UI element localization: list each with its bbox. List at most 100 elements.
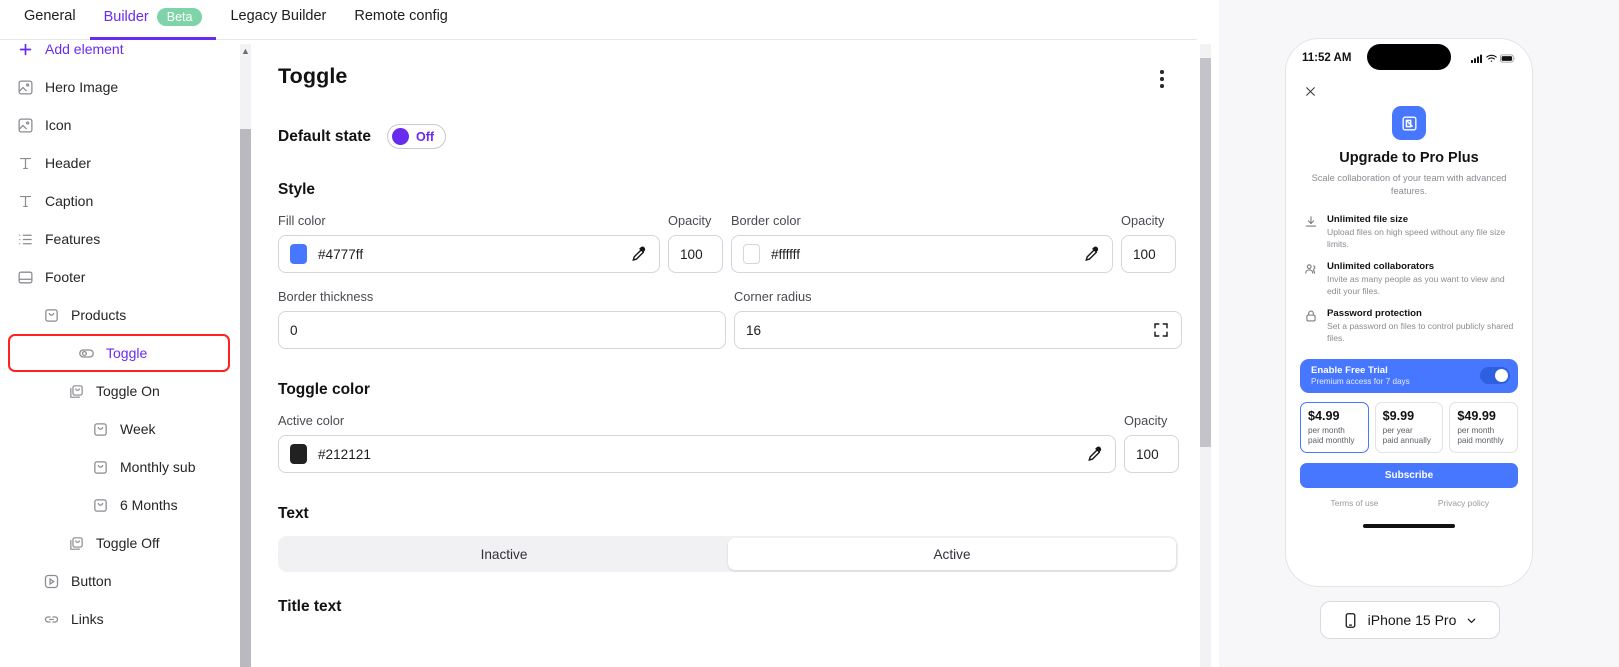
- plan-card[interactable]: $9.99 per year paid annually: [1374, 401, 1444, 453]
- page-title: Toggle: [278, 64, 348, 88]
- active-opacity-input[interactable]: 100: [1124, 435, 1179, 473]
- trial-desc: Premium access for 7 days: [1311, 377, 1410, 387]
- container-icon: [92, 459, 109, 476]
- fill-opacity-input[interactable]: 100: [668, 235, 723, 273]
- properties-scrollbar-thumb[interactable]: [1200, 58, 1211, 447]
- kebab-menu-icon[interactable]: [1150, 66, 1174, 92]
- corner-radius-value: 16: [746, 322, 762, 338]
- sidebar-item-label: Features: [45, 231, 101, 247]
- fill-color-value: #4777ff: [318, 246, 364, 262]
- plan-card[interactable]: $49.99 per month paid monthly: [1449, 401, 1519, 453]
- corner-radius-input[interactable]: 16: [734, 311, 1182, 349]
- stack-icon: [68, 383, 85, 400]
- plan-price: $9.99: [1382, 408, 1415, 423]
- sidebar-item-toggle-on[interactable]: Toggle On: [0, 372, 240, 410]
- device-preview-pane: 11:52 AM Upgrade to Pro Plus Scale colla…: [1219, 0, 1619, 667]
- sidebar-item-features[interactable]: Features: [0, 220, 240, 258]
- sidebar-item-6-months[interactable]: 6 Months: [0, 486, 240, 524]
- subscribe-button[interactable]: Subscribe: [1300, 462, 1518, 488]
- feature-item: Unlimited file size Upload files on high…: [1304, 214, 1514, 251]
- privacy-policy-link[interactable]: Privacy policy: [1409, 498, 1518, 508]
- phone-icon: [1342, 612, 1359, 629]
- sidebar-item-links[interactable]: Links: [0, 600, 240, 638]
- sidebar-item-add-element[interactable]: Add element: [0, 44, 240, 68]
- feature-title: Unlimited file size: [1327, 213, 1409, 225]
- plan-period: per month: [1457, 425, 1495, 435]
- fill-color-swatch[interactable]: [290, 244, 307, 264]
- sidebar-item-caption[interactable]: Caption: [0, 182, 240, 220]
- active-color-swatch[interactable]: [290, 444, 307, 464]
- fill-color-input[interactable]: #4777ff: [278, 235, 660, 273]
- border-color-group: Border color #ffffff: [731, 213, 1113, 273]
- image-icon: [17, 117, 34, 134]
- top-tab-bar: General Builder Beta Legacy Builder Remo…: [0, 0, 1197, 40]
- sidebar-item-hero-image[interactable]: Hero Image: [0, 68, 240, 106]
- border-opacity-label: Opacity: [1121, 213, 1165, 228]
- eyedropper-icon[interactable]: [1086, 445, 1104, 463]
- sidebar-item-button[interactable]: Button: [0, 562, 240, 600]
- sidebar-scrollbar[interactable]: ▲: [240, 44, 251, 667]
- people-icon: [1304, 262, 1318, 276]
- sidebar-item-footer[interactable]: Footer: [0, 258, 240, 296]
- scroll-up-arrow-icon[interactable]: ▲: [241, 47, 250, 56]
- expand-corners-icon[interactable]: [1152, 321, 1170, 339]
- fill-opacity-value: 100: [680, 246, 703, 262]
- segment-active[interactable]: Active: [728, 538, 1176, 570]
- chevron-down-icon[interactable]: [1465, 614, 1478, 627]
- border-thickness-label: Border thickness: [278, 289, 374, 304]
- eyedropper-icon[interactable]: [1083, 245, 1101, 263]
- plan-cards: $4.99 per month paid monthly $9.99 per y…: [1300, 401, 1519, 453]
- segment-inactive[interactable]: Inactive: [280, 538, 728, 570]
- element-tree-sidebar: Add element Hero Image Icon Header Capti: [0, 44, 240, 667]
- default-state-row: Default state Off: [278, 124, 1174, 149]
- sidebar-item-monthly-sub[interactable]: Monthly sub: [0, 448, 240, 486]
- battery-icon: [1500, 54, 1516, 63]
- plan-card[interactable]: $4.99 per month paid monthly: [1300, 401, 1369, 453]
- preview-close-button[interactable]: [1286, 77, 1532, 98]
- sidebar-item-week[interactable]: Week: [0, 410, 240, 448]
- sidebar-item-products[interactable]: Products: [0, 296, 240, 334]
- status-time: 11:52 AM: [1302, 52, 1352, 64]
- container-icon: [92, 421, 109, 438]
- border-thickness-input[interactable]: 0: [278, 311, 726, 349]
- style-dimension-row: Border thickness 0 Corner radius 16: [278, 289, 1182, 349]
- free-trial-banner[interactable]: Enable Free Trial Premium access for 7 d…: [1300, 358, 1518, 393]
- tab-general[interactable]: General: [10, 0, 90, 38]
- default-state-label: Default state: [278, 127, 372, 145]
- sidebar-item-toggle[interactable]: Toggle: [8, 334, 230, 372]
- container-icon: [43, 307, 60, 324]
- corner-radius-group: Corner radius 16: [734, 289, 1182, 349]
- device-selector[interactable]: iPhone 15 Pro: [1320, 601, 1500, 639]
- sidebar-item-label: 6 Months: [120, 497, 178, 513]
- fill-color-group: Fill color #4777ff: [278, 213, 660, 273]
- sidebar-item-header[interactable]: Header: [0, 144, 240, 182]
- device-name: iPhone 15 Pro: [1367, 612, 1457, 628]
- tab-builder[interactable]: Builder Beta: [89, 0, 217, 40]
- tab-label: Remote config: [354, 8, 448, 24]
- feature-item: Password protection Set a password on fi…: [1304, 308, 1514, 345]
- tab-remote-config[interactable]: Remote config: [340, 0, 462, 38]
- active-opacity-label: Opacity: [1124, 413, 1168, 428]
- close-icon[interactable]: [1304, 85, 1532, 98]
- border-color-swatch[interactable]: [743, 244, 760, 264]
- active-color-group: Active color #212121: [278, 413, 1116, 473]
- tab-legacy-builder[interactable]: Legacy Builder: [216, 0, 340, 38]
- eyedropper-icon[interactable]: [630, 245, 648, 263]
- free-trial-switch[interactable]: [1480, 367, 1510, 385]
- sidebar-item-toggle-off[interactable]: Toggle Off: [0, 524, 240, 562]
- border-opacity-input[interactable]: 100: [1121, 235, 1176, 273]
- sidebar-scrollbar-thumb[interactable]: [240, 129, 251, 667]
- default-state-toggle[interactable]: Off: [387, 124, 447, 149]
- footer-icon: [17, 269, 34, 286]
- terms-of-use-link[interactable]: Terms of use: [1300, 498, 1409, 508]
- properties-panel-scrollbar[interactable]: [1200, 44, 1211, 667]
- stack-icon: [68, 535, 85, 552]
- tab-label: Builder: [103, 9, 149, 25]
- panel-header: Toggle: [278, 64, 1174, 92]
- container-icon: [92, 497, 109, 514]
- border-color-input[interactable]: #ffffff: [731, 235, 1113, 273]
- sidebar-item-label: Icon: [45, 117, 72, 133]
- active-color-input[interactable]: #212121: [278, 435, 1116, 473]
- border-color-value: #ffffff: [771, 246, 800, 262]
- sidebar-item-icon[interactable]: Icon: [0, 106, 240, 144]
